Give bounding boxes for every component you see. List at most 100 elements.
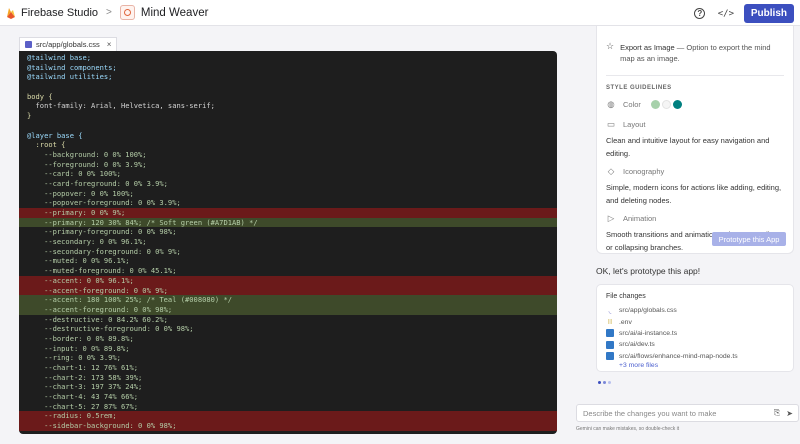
file-change-name: src/ai/flows/enhance-mind-map-node.ts [619,352,738,360]
code-line: --border: 0 0% 89.8%; [27,333,134,343]
code-line: --primary: 120 30% 84%; /* Soft green (#… [19,217,557,228]
code-line: body { [27,91,53,101]
code-line: --secondary: 0 0% 96.1%; [27,237,147,247]
palette-icon: ◍ [607,99,615,109]
chat-input-placeholder: Describe the changes you want to make [583,408,717,418]
code-line: --accent-foreground: 0 0% 9%; [19,285,557,296]
css-file-icon [25,41,32,48]
code-line: --card: 0 0% 100%; [27,169,121,179]
help-circle-icon[interactable]: ? [692,6,708,22]
code-line: --input: 0 0% 89.8%; [27,343,130,353]
send-icon[interactable]: ➤ [786,409,793,418]
color-swatches [650,100,682,109]
star-icon: ☆ [606,41,615,51]
blueprint-card: ☆ Export as Image — Option to export the… [596,26,794,254]
file-change-name: src/ai/dev.ts [619,341,655,349]
feature-export: ☆ Export as Image — Option to export the… [606,41,784,64]
code-line: --chart-2: 173 58% 39%; [27,372,143,382]
file-change-row[interactable]: ||| .env [606,316,784,327]
code-line: --accent: 180 100% 25%; /* Teal (#008080… [19,295,557,305]
code-line: --secondary-foreground: 0 0% 9%; [27,246,181,256]
css-file-icon: ◟ [608,307,612,315]
more-files-link[interactable]: +3 more files [619,362,784,369]
color-swatch [650,100,660,109]
layout-desc: Clean and intuitive layout for easy navi… [606,136,770,158]
file-list: ◟ src/app/globals.css ||| .env src/ai/ai-ins… [606,305,784,362]
file-change-row[interactable]: src/ai/flows/enhance-mind-map-node.ts [606,351,784,362]
app-name[interactable]: Firebase Studio [21,7,98,19]
code-line: --destructive: 0 84.2% 60.2%; [27,314,168,324]
publish-button[interactable]: Publish [743,4,794,23]
code-line: --primary-foreground: 0 0% 98%; [27,227,177,237]
right-panel: ☆ Export as Image — Option to export the… [596,26,800,444]
code-line: --card-foreground: 0 0% 3.9%; [27,178,168,188]
disclaimer: Gemini can make mistakes, so double-chec… [576,426,680,432]
animation-row: ▷ Animation [606,213,784,224]
chat-message: OK, let's prototype this app! [596,266,701,276]
project-icon [119,5,135,20]
code-line: @tailwind utilities; [27,72,113,82]
code-line: --chart-3: 197 37% 24%; [27,382,143,392]
color-row: ◍ Color [606,99,784,110]
layout-row: ▭ Layout [606,119,784,130]
file-change-row[interactable]: ◟ src/app/globals.css [606,305,784,316]
top-actions: ? </> Publish [692,4,794,23]
file-change-name: .env [619,318,632,326]
file-change-row[interactable]: src/ai/ai-instance.ts [606,328,784,339]
shapes-icon: ◇ [607,166,615,176]
code-brackets-icon[interactable]: </> [718,6,734,22]
code-line: :root { [27,140,66,150]
iconography-label: Iconography [623,167,665,176]
file-change-name: src/app/globals.css [619,307,677,315]
file-changes-title: File changes [606,293,646,300]
code-line: --primary: 0 0% 9%; [19,208,557,218]
chat-input[interactable]: Describe the changes you want to make ⎘ … [576,404,799,422]
file-change-name: src/ai/ai-instance.ts [619,329,678,337]
animation-label: Animation [623,214,657,223]
breadcrumb-separator: > [106,7,112,18]
project-name[interactable]: Mind Weaver [141,7,209,19]
code-line: --chart-1: 12 76% 61%; [27,363,139,372]
code-line: @tailwind components; [27,62,117,72]
code-line: --accent-foreground: 0 0% 98%; [19,304,557,315]
code-line: --destructive-foreground: 0 0% 98%; [27,324,194,334]
code-line: --popover-foreground: 0 0% 3.9%; [27,198,181,208]
code-line: @layer base { [27,130,83,140]
ts-file-icon [606,340,614,349]
layout-label: Layout [623,120,646,129]
code-line: @tailwind base; [27,53,92,62]
file-change-row[interactable]: src/ai/dev.ts [606,339,784,350]
code-line: --sidebar-background: 0 0% 98%; [19,421,557,431]
attach-icon[interactable]: ⎘ [774,408,780,418]
code-line: --chart-5: 27 87% 67%; [27,401,139,411]
prototype-button[interactable]: Prototype this App [712,232,786,246]
code-line: --popover: 0 0% 100%; [27,188,134,198]
play-icon: ▷ [607,213,615,223]
color-label: Color [623,100,641,109]
code-line: --chart-4: 43 74% 66%; [27,392,139,402]
code-line: --background: 0 0% 100%; [27,149,147,159]
ts-file-icon [606,352,614,361]
style-guidelines-title: STYLE GUIDELINES [606,85,672,91]
code-line: --foreground: 0 0% 3.9%; [27,159,147,169]
code-line: --radius: 0.5rem; [19,411,557,422]
code-line: --ring: 0 0% 3.9%; [27,353,121,363]
color-swatch [661,100,671,109]
code-line: } [27,111,32,121]
ts-file-icon [606,329,614,338]
typing-indicator [598,381,611,384]
code-line: --accent: 0 0% 96.1%; [19,275,557,286]
code-line: --muted: 0 0% 96.1%; [27,256,130,266]
firebase-logo-icon [7,7,15,19]
top-bar: Firebase Studio > Mind Weaver ? </> Publ… [0,0,800,26]
color-swatch [672,100,682,109]
close-icon[interactable]: × [107,40,112,49]
editor-tab[interactable]: src/app/globals.css × [19,37,118,51]
code-line: --muted-foreground: 0 0% 45.1%; [27,266,177,276]
code-editor[interactable]: @tailwind base; @tailwind components; @tai… [19,51,557,434]
iconography-row: ◇ Iconography [606,166,784,177]
iconography-desc: Simple, modern icons for actions like ad… [606,183,782,205]
layout-icon: ▭ [606,119,616,129]
